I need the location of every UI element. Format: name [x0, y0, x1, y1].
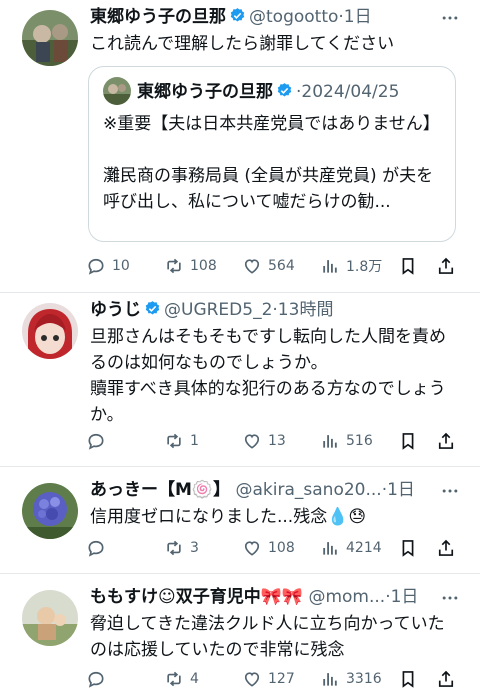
- timestamp[interactable]: ·1日: [385, 587, 418, 607]
- repost-count: 108: [190, 258, 217, 274]
- repost-count: 1: [190, 433, 199, 449]
- repost-icon: [167, 671, 181, 687]
- reply-button[interactable]: [86, 428, 112, 454]
- reply-icon: [88, 433, 104, 450]
- like-icon: [244, 259, 260, 274]
- repost-icon: [167, 258, 181, 274]
- handle[interactable]: @akira_sano20...: [236, 480, 382, 500]
- avatar[interactable]: [22, 590, 78, 646]
- repost-button[interactable]: 3: [164, 535, 199, 561]
- views-button[interactable]: 1.8万: [320, 253, 382, 279]
- verified-badge-icon: [230, 8, 245, 22]
- avatar[interactable]: [22, 303, 78, 359]
- like-count: 13: [268, 433, 286, 449]
- reply-button[interactable]: [86, 535, 112, 561]
- timestamp[interactable]: ·13時間: [272, 300, 333, 320]
- post-text: これ読んで理解したら謝罪してください: [90, 34, 395, 54]
- repost-button[interactable]: 108: [164, 253, 217, 279]
- avatar[interactable]: [22, 10, 78, 66]
- repost-button[interactable]: 1: [164, 428, 199, 454]
- action-bar: 4 127 3316: [86, 666, 466, 692]
- like-icon: [244, 434, 260, 449]
- like-button[interactable]: 108: [242, 535, 295, 561]
- like-count: 564: [268, 258, 295, 274]
- quoted-date: 2024/04/25: [301, 82, 400, 102]
- more-icon[interactable]: [440, 8, 460, 28]
- quoted-avatar: [103, 77, 131, 105]
- views-button[interactable]: 3316: [320, 666, 382, 692]
- views-count: 1.8万: [346, 259, 383, 275]
- bookmark-icon[interactable]: [398, 669, 418, 689]
- handle[interactable]: @mom...: [308, 587, 385, 607]
- like-count: 108: [268, 540, 295, 556]
- like-button[interactable]: 564: [242, 253, 295, 279]
- repost-count: 3: [190, 540, 199, 556]
- quoted-text: ※重要【夫は日本共産党員ではありません】 灘民商の事務局員 (全員が共産党員) …: [103, 114, 440, 212]
- quoted-display-name: 東郷ゆう子の旦那: [137, 82, 273, 102]
- quoted-post[interactable]: 東郷ゆう子の旦那 ·2024/04/25 ※重要【夫は日本共産党員ではありません】…: [88, 66, 456, 242]
- display-name[interactable]: ももすけ☺双子育児中🎀🎀: [90, 587, 303, 607]
- share-icon[interactable]: [436, 669, 456, 689]
- display-name[interactable]: 東郷ゆう子の旦那: [90, 7, 226, 27]
- post-1[interactable]: 東郷ゆう子の旦那 @togootto·1日 これ読んで理解したら謝罪してください …: [0, 0, 480, 292]
- like-button[interactable]: 13: [242, 428, 286, 454]
- display-name[interactable]: ゆうじ: [90, 300, 141, 320]
- verified-badge-icon: [145, 301, 160, 315]
- display-name[interactable]: あっきー【M🍥】: [90, 480, 230, 500]
- post-text: 旦那さんはそもそもですし転向した人間を責めるのは如何なものでしょうか。 贖罪すべ…: [90, 327, 446, 425]
- reply-icon: [88, 671, 104, 688]
- handle[interactable]: @UGRED5_2: [164, 300, 272, 320]
- post-2[interactable]: ゆうじ @UGRED5_2·13時間 旦那さんはそもそもですし転向した人間を責める…: [0, 293, 480, 466]
- bookmark-icon[interactable]: [398, 256, 418, 276]
- views-icon: [323, 260, 337, 273]
- repost-count: 4: [190, 671, 199, 687]
- like-icon: [244, 541, 260, 556]
- reply-button[interactable]: 10: [86, 253, 130, 279]
- views-icon: [323, 435, 337, 448]
- post-4[interactable]: ももすけ☺双子育児中🎀🎀 @mom...·1日 脅迫してきた違法クルド人に立ち向…: [0, 574, 480, 696]
- reply-count: 10: [112, 258, 130, 274]
- share-icon[interactable]: [436, 256, 456, 276]
- post-text: 脅迫してきた違法クルド人に立ち向かっていたのは応援していたので非常に残念: [90, 614, 445, 660]
- repost-icon: [167, 540, 181, 556]
- more-icon[interactable]: [440, 588, 460, 608]
- bookmark-icon[interactable]: [398, 431, 418, 451]
- views-button[interactable]: 516: [320, 428, 373, 454]
- action-bar: 1 13 516: [86, 428, 466, 454]
- verified-badge-icon: [277, 83, 292, 97]
- post-3[interactable]: あっきー【M🍥】 @akira_sano20...·1日 信用度ゼロになりました…: [0, 467, 480, 573]
- like-icon: [244, 672, 260, 687]
- views-icon: [323, 673, 337, 686]
- handle[interactable]: @togootto: [249, 7, 338, 27]
- like-button[interactable]: 127: [242, 666, 295, 692]
- views-count: 516: [346, 433, 373, 449]
- views-icon: [323, 542, 337, 555]
- action-bar: 3 108 4214: [86, 535, 466, 561]
- avatar[interactable]: [22, 483, 78, 539]
- timestamp[interactable]: ·1日: [338, 7, 371, 27]
- views-count: 4214: [346, 540, 382, 556]
- like-count: 127: [268, 671, 295, 687]
- views-count: 3316: [346, 671, 382, 687]
- timestamp[interactable]: ·1日: [382, 480, 415, 500]
- share-icon[interactable]: [436, 431, 456, 451]
- reply-icon: [88, 540, 104, 557]
- repost-button[interactable]: 4: [164, 666, 199, 692]
- reply-icon: [88, 258, 104, 275]
- post-text: 信用度ゼロになりました...残念💧😓: [90, 507, 367, 527]
- share-icon[interactable]: [436, 538, 456, 558]
- bookmark-icon[interactable]: [398, 538, 418, 558]
- reply-button[interactable]: [86, 666, 112, 692]
- views-button[interactable]: 4214: [320, 535, 382, 561]
- action-bar: 10 108 564 1.8万: [86, 253, 466, 279]
- repost-icon: [167, 433, 181, 449]
- more-icon[interactable]: [440, 481, 460, 501]
